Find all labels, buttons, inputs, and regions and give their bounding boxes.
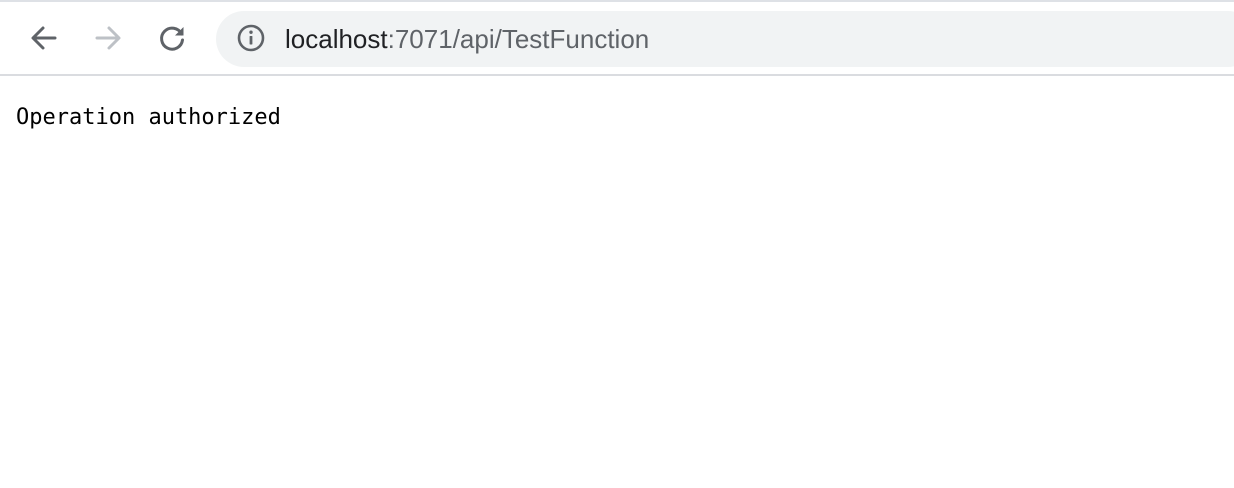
url-host: localhost xyxy=(285,24,388,54)
arrow-left-icon xyxy=(29,23,59,53)
forward-button[interactable] xyxy=(88,18,128,58)
arrow-right-icon xyxy=(93,23,123,53)
url-path: :7071/api/TestFunction xyxy=(387,24,650,54)
response-body-text: Operation authorized xyxy=(16,105,281,130)
browser-toolbar: localhost:7071/api/TestFunction xyxy=(0,2,1234,76)
reload-button[interactable] xyxy=(152,18,192,58)
info-circle-icon xyxy=(236,23,266,58)
site-info-button[interactable] xyxy=(236,23,266,58)
reload-icon xyxy=(157,23,187,53)
page-content: Operation authorized xyxy=(0,76,1234,488)
url-text[interactable]: localhost:7071/api/TestFunction xyxy=(285,11,649,67)
address-bar[interactable]: localhost:7071/api/TestFunction xyxy=(216,11,1234,67)
back-button[interactable] xyxy=(24,18,64,58)
